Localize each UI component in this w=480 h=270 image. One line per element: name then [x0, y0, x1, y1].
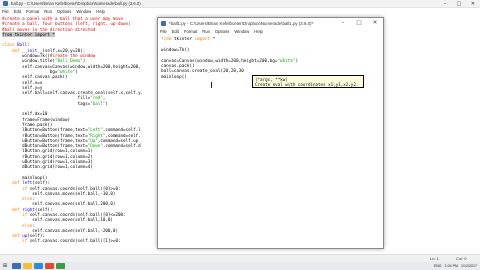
front-title-bar[interactable]: *ball1.py - C:\Users\Brian Kefelbceter\D… [158, 18, 383, 28]
maximize-icon[interactable]: □ [452, 0, 466, 8]
clock-date[interactable]: 1/12/2017 [461, 264, 477, 268]
chrome-taskbar-icon[interactable] [45, 263, 54, 269]
back-window-title: ball.py - C:\Users\Brian Kefelbceter\Dro… [11, 1, 141, 6]
minimize-icon[interactable]: – [335, 18, 351, 28]
calltip-description: Create oval with coordinates x1,y1,x2,y2… [255, 82, 359, 88]
idle-app-icon [3, 1, 8, 6]
close-icon[interactable]: ✕ [466, 0, 480, 8]
menu-options[interactable]: Options [57, 9, 71, 14]
folder-taskbar-icon[interactable] [23, 263, 32, 269]
maximize-icon[interactable]: □ [351, 18, 367, 28]
front-code-area[interactable]: from tkinter import * window=Tk() canvas… [161, 37, 383, 247]
start-icon[interactable]: ⊞ [0, 262, 10, 270]
idle-taskbar-icon[interactable] [12, 263, 21, 269]
status-line: Ln: 1 [430, 256, 439, 261]
menu-run[interactable]: Run [44, 9, 52, 14]
system-tray: ENG 1:04 PM 1/12/2017 [431, 262, 477, 270]
menu-file[interactable]: File [160, 29, 167, 34]
front-editor-window: *ball1.py - C:\Users\Brian Kefelbceter\D… [157, 17, 384, 249]
menu-edit[interactable]: Edit [14, 9, 21, 14]
taskbar: ⊞ ENG 1:04 PM 1/12/2017 [0, 262, 480, 270]
clock-time[interactable]: 1:04 PM [445, 264, 458, 268]
mouse-cursor-icon [211, 82, 212, 88]
edge-taskbar-icon[interactable] [34, 263, 43, 269]
code-line: if self.canvas.coords(self.ball)[1]>=0: [22, 238, 121, 244]
menu-options[interactable]: Options [215, 29, 229, 34]
back-status-bar: Ln: 1 Col: 0 [0, 254, 480, 262]
menu-edit[interactable]: Edit [172, 29, 179, 34]
code-line: lButton=Button(frame,text="Left",command… [2, 127, 141, 133]
back-code-area[interactable]: #create a panel with a ball that a user … [2, 16, 162, 256]
menu-format[interactable]: Format [184, 29, 197, 34]
front-menu-bar: File Edit Format Run Options Window Help [158, 28, 383, 35]
back-menu-bar: File Edit Format Run Options Window Help [0, 8, 480, 15]
language-indicator[interactable]: ENG [434, 264, 442, 268]
app-taskbar-icon[interactable] [56, 263, 65, 269]
menu-window[interactable]: Window [76, 9, 91, 14]
menu-format[interactable]: Format [26, 9, 39, 14]
menu-run[interactable]: Run [202, 29, 210, 34]
menu-help[interactable]: Help [96, 9, 105, 14]
status-col: Col: 0 [456, 256, 467, 261]
menu-window[interactable]: Window [234, 29, 249, 34]
front-window-title: *ball1.py - C:\Users\Brian Kefelbceter\D… [169, 20, 314, 26]
back-title-bar[interactable]: ball.py - C:\Users\Brian Kefelbceter\Dro… [0, 0, 480, 8]
minimize-icon[interactable]: – [438, 0, 452, 8]
menu-help[interactable]: Help [254, 29, 263, 34]
close-icon[interactable]: ✕ [367, 18, 383, 28]
menu-file[interactable]: File [2, 9, 9, 14]
idle-app-icon [161, 20, 166, 26]
calltip-tooltip: (*args, **kw) Create oval with coordinat… [252, 75, 364, 88]
